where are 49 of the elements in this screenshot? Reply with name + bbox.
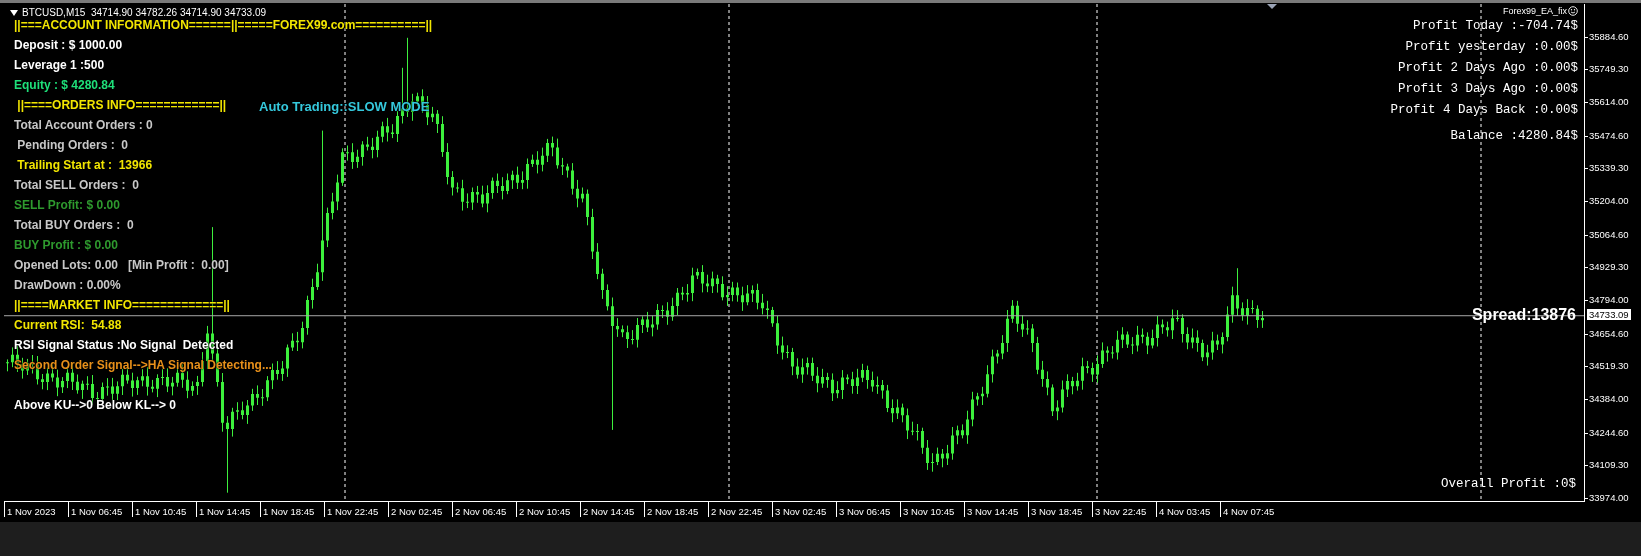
info-text: Pending Orders : 0: [16, 137, 129, 154]
time-tick: 3 Nov 14:45: [964, 502, 1028, 517]
info-text: Trailing Start at : 13966: [16, 157, 153, 174]
info-text: Equity : $ 4280.84: [14, 77, 115, 94]
info-text: Current RSI: 54.88: [14, 317, 122, 334]
info-text: Above KU-->0 Below KL--> 0: [14, 397, 177, 414]
time-tick: 1 Nov 10:45: [132, 502, 196, 517]
time-tick: 1 Nov 14:45: [196, 502, 260, 517]
time-tick: 2 Nov 14:45: [580, 502, 644, 517]
time-tick: 1 Nov 06:45: [68, 502, 132, 517]
info-text: Leverage 1 :500: [14, 57, 105, 74]
info-text: Total SELL Orders : 0: [14, 177, 139, 194]
profit-text: Profit 3 Days Ago :0.00$: [1397, 81, 1578, 98]
time-tick: 1 Nov 18:45: [260, 502, 324, 517]
info-text: Deposit : $ 1000.00: [14, 37, 123, 54]
time-tick: 2 Nov 22:45: [708, 502, 772, 517]
profit-text: Profit 4 Days Back :0.00$: [1390, 102, 1578, 119]
time-tick: 4 Nov 07:45: [1220, 502, 1284, 517]
info-text: Total BUY Orders : 0: [14, 217, 134, 234]
time-tick: 1 Nov 22:45: [324, 502, 388, 517]
info-text: ||====ORDERS INFO============||: [16, 97, 227, 114]
overall-profit-text: Overall Profit :0$: [1440, 477, 1576, 491]
time-tick: 2 Nov 18:45: [644, 502, 708, 517]
time-tick: 3 Nov 02:45: [772, 502, 836, 517]
shift-marker-icon[interactable]: [1267, 4, 1277, 9]
time-tick: 3 Nov 18:45: [1028, 502, 1092, 517]
dropdown-icon[interactable]: [10, 9, 18, 16]
expert-name: Forex99_EA_fix: [1502, 6, 1567, 16]
time-tick: 3 Nov 22:45: [1092, 502, 1156, 517]
time-tick: 2 Nov 06:45: [452, 502, 516, 517]
profit-text: Profit 2 Days Ago :0.00$: [1397, 60, 1578, 77]
info-text: DrawDown : 0.00%: [14, 277, 121, 294]
current-price-label: 34733.09: [1587, 308, 1631, 320]
spread-label: Spread:13876: [1471, 306, 1576, 324]
profit-text: Profit yesterday :0.00$: [1405, 39, 1578, 56]
info-text: ||===ACCOUNT INFORMATION======||=====FOREX99.com==========||: [14, 18, 433, 34]
info-text: BUY Profit : $ 0.00: [14, 237, 118, 254]
time-tick: 3 Nov 06:45: [836, 502, 900, 517]
profit-text: Profit Today :-704.74$: [1412, 18, 1578, 35]
profit-text: Balance :4280.84$: [1450, 128, 1578, 145]
time-tick: 2 Nov 10:45: [516, 502, 580, 517]
info-text: SELL Profit: $ 0.00: [14, 197, 120, 214]
time-tick: 3 Nov 10:45: [900, 502, 964, 517]
smiley-icon[interactable]: [1568, 6, 1578, 16]
time-tick: 2 Nov 02:45: [388, 502, 452, 517]
chart-header: BTCUSD,M15 34714.90 34782.26 34714.90 34733.09: [22, 7, 267, 18]
time-tick: 1 Nov 2023: [4, 502, 68, 517]
time-tick: 4 Nov 03:45: [1156, 502, 1220, 517]
info-text: Total Account Orders : 0: [14, 117, 153, 134]
